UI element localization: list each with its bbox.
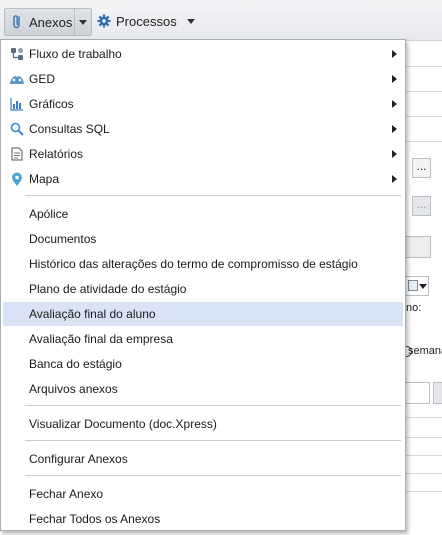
form-divider (405, 116, 442, 117)
form-button[interactable] (433, 382, 442, 404)
lookup-button-disabled: ... (412, 196, 431, 216)
toolbar: Anexos Processos (0, 0, 442, 41)
form-divider (405, 437, 442, 438)
form-divider (405, 491, 442, 492)
menu-item-label: Avaliação final da empresa (29, 332, 173, 346)
menu-separator (25, 405, 401, 406)
chart-icon (9, 96, 25, 112)
menu-item-apolice[interactable]: Apólice (3, 202, 403, 226)
chevron-right-icon (392, 100, 397, 108)
menu-item-label: Configurar Anexos (29, 452, 128, 466)
menu-item-label: Documentos (29, 232, 97, 246)
menu-item-label: Consultas SQL (29, 122, 110, 136)
menu-item-plano-atividade[interactable]: Plano de atividade do estágio (3, 277, 403, 301)
menu-item-label: Fluxo de trabalho (29, 47, 122, 61)
form-input[interactable] (405, 382, 430, 404)
menu-item-historico-alteracoes[interactable]: Histórico das alterações do termo de com… (3, 252, 403, 276)
menu-item-label: Mapa (29, 172, 60, 186)
menu-item-label: Avaliação final do aluno (29, 307, 156, 321)
form-divider (405, 141, 442, 142)
gear-icon (96, 13, 112, 29)
menu-item-label: Fechar Todos os Anexos (29, 512, 161, 526)
form-divider (405, 91, 442, 92)
menu-item-label: Arquivos anexos (29, 382, 118, 396)
anexos-dropdown-toggle[interactable] (74, 9, 91, 35)
form-divider (405, 66, 442, 67)
processos-label: Processos (116, 13, 177, 29)
menu-item-label: Histórico das alterações do termo de com… (29, 257, 358, 271)
ged-icon (9, 71, 25, 87)
chevron-right-icon (392, 50, 397, 58)
chevron-right-icon (392, 75, 397, 83)
menu-item-avaliacao-final-empresa[interactable]: Avaliação final da empresa (3, 327, 403, 351)
calendar-icon (408, 280, 418, 291)
chevron-right-icon (392, 175, 397, 183)
menu-item-visualizar-documento[interactable]: Visualizar Documento (doc.Xpress) (3, 412, 403, 436)
report-icon (9, 146, 25, 162)
menu-item-label: Banca do estágio (29, 357, 122, 371)
anexos-dropdown-menu: Fluxo de trabalho GED Gráficos Consultas… (0, 39, 406, 531)
chevron-right-icon (392, 125, 397, 133)
paperclip-icon (9, 14, 25, 30)
menu-item-fluxo-de-trabalho[interactable]: Fluxo de trabalho (3, 42, 403, 66)
lookup-button[interactable]: ... (412, 158, 431, 178)
menu-item-avaliacao-final-aluno[interactable]: Avaliação final do aluno (3, 302, 403, 326)
menu-item-banca-estagio[interactable]: Banca do estágio (3, 352, 403, 376)
menu-item-label: Visualizar Documento (doc.Xpress) (29, 417, 217, 431)
menu-item-mapa[interactable]: Mapa (3, 167, 403, 191)
anexos-menu-button[interactable]: Anexos (4, 8, 92, 36)
menu-item-label: Gráficos (29, 97, 74, 111)
search-icon (9, 121, 25, 137)
menu-item-arquivos-anexos[interactable]: Arquivos anexos (3, 377, 403, 401)
menu-item-documentos[interactable]: Documentos (3, 227, 403, 251)
date-picker[interactable] (405, 276, 429, 296)
menu-item-graficos[interactable]: Gráficos (3, 92, 403, 116)
form-field[interactable] (405, 236, 431, 258)
workflow-icon (9, 46, 25, 62)
menu-separator (25, 440, 401, 441)
menu-item-ged[interactable]: GED (3, 67, 403, 91)
map-pin-icon (9, 171, 25, 187)
chevron-down-icon (186, 18, 195, 24)
menu-item-consultas-sql[interactable]: Consultas SQL (3, 117, 403, 141)
menu-item-label: Plano de atividade do estágio (29, 282, 187, 296)
menu-item-label: Apólice (29, 207, 69, 221)
field-label-fragment: no: (406, 302, 422, 314)
menu-item-relatorios[interactable]: Relatórios (3, 142, 403, 166)
menu-item-fechar-todos-anexos[interactable]: Fechar Todos os Anexos (3, 507, 403, 531)
anexos-label: Anexos (29, 14, 73, 30)
field-label-fragment: semana (408, 345, 442, 357)
form-divider (405, 473, 442, 474)
form-divider (405, 417, 442, 418)
menu-item-configurar-anexos[interactable]: Configurar Anexos (3, 447, 403, 471)
form-divider (405, 455, 442, 456)
menu-item-label: GED (29, 72, 56, 86)
menu-item-fechar-anexo[interactable]: Fechar Anexo (3, 482, 403, 506)
menu-item-label: Relatórios (29, 147, 84, 161)
chevron-down-icon (79, 20, 87, 25)
chevron-down-icon (419, 284, 427, 289)
processos-menu-button[interactable]: Processos (96, 8, 196, 34)
menu-item-label: Fechar Anexo (29, 487, 104, 501)
menu-separator (25, 195, 401, 196)
menu-separator (25, 475, 401, 476)
chevron-right-icon (392, 150, 397, 158)
